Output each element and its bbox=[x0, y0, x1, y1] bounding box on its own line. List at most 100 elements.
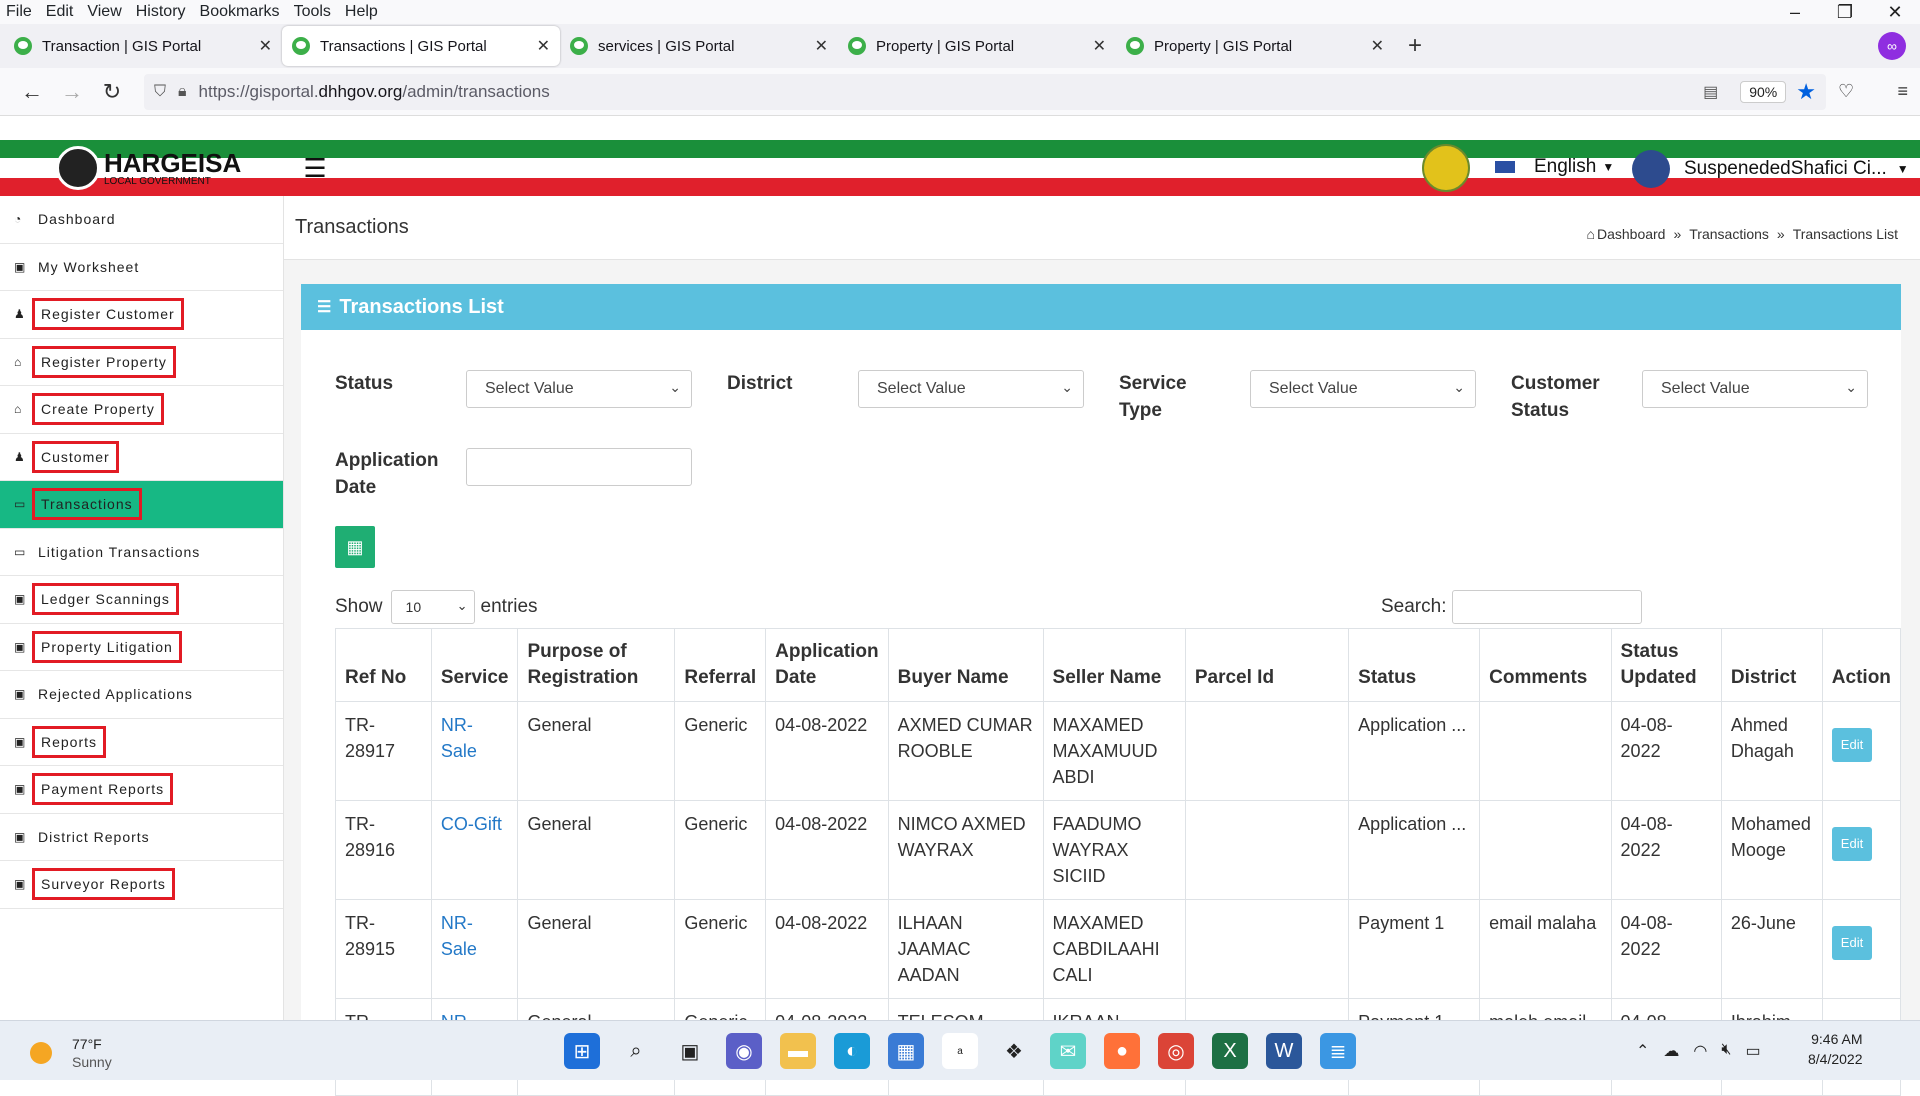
browser-tab[interactable]: Property | GIS Portal ✕ bbox=[838, 26, 1116, 66]
dropbox-icon[interactable]: ❖ bbox=[996, 1033, 1032, 1069]
col-status-updated[interactable]: Status Updated bbox=[1610, 628, 1722, 702]
edit-button[interactable]: Edit bbox=[1831, 827, 1873, 861]
firefox-icon[interactable]: ● bbox=[1104, 1033, 1140, 1069]
pocket-icon[interactable]: ♡ bbox=[1838, 81, 1854, 102]
language-dropdown[interactable]: English ▼ bbox=[1494, 156, 1614, 178]
word-app-icon[interactable]: W bbox=[1266, 1033, 1302, 1069]
weather-widget[interactable]: 77°F Sunny bbox=[30, 1035, 112, 1071]
sidebar-item-litigation-transactions[interactable]: ▭ Litigation Transactions bbox=[0, 529, 283, 576]
reader-view-icon[interactable]: ▤ bbox=[1703, 82, 1718, 102]
menu-edit[interactable]: Edit bbox=[46, 3, 74, 21]
col-application-date[interactable]: Application Date bbox=[765, 628, 889, 702]
bookmark-star-icon[interactable]: ★ bbox=[1796, 79, 1816, 105]
windows-start-icon[interactable]: ⊞ bbox=[564, 1033, 600, 1069]
customer-status-filter-select[interactable]: Select Value ⌄ bbox=[1642, 370, 1868, 408]
sidebar-item-payment-reports[interactable]: ▣ Payment Reports bbox=[0, 766, 283, 814]
sidebar-item-property-litigation[interactable]: ▣ Property Litigation bbox=[0, 624, 283, 671]
browser-tab[interactable]: Property | GIS Portal ✕ bbox=[1116, 26, 1394, 66]
application-date-input[interactable] bbox=[466, 448, 692, 486]
chevron-up-icon[interactable]: ⌃ bbox=[1636, 1041, 1649, 1061]
browser-tab[interactable]: services | GIS Portal ✕ bbox=[560, 26, 838, 66]
col-seller-name[interactable]: Seller Name bbox=[1042, 628, 1186, 702]
edit-button[interactable]: Edit bbox=[1831, 926, 1873, 960]
search-input[interactable] bbox=[1452, 590, 1643, 624]
edit-button[interactable]: Edit bbox=[1831, 728, 1873, 762]
store-icon[interactable]: ▦ bbox=[888, 1033, 924, 1069]
col-parcel-id[interactable]: Parcel Id bbox=[1184, 628, 1350, 702]
close-tab-icon[interactable]: ✕ bbox=[1093, 36, 1106, 56]
chrome-icon[interactable]: ◎ bbox=[1158, 1033, 1194, 1069]
service-link[interactable]: NR-Sale bbox=[441, 715, 477, 761]
edge-icon[interactable]: ◐ bbox=[834, 1033, 870, 1069]
minimize-icon[interactable]: – bbox=[1770, 2, 1820, 23]
menu-bookmarks[interactable]: Bookmarks bbox=[200, 3, 280, 21]
sidebar-item-create-property[interactable]: ⌂ Create Property bbox=[0, 386, 283, 434]
sidebar-item-surveyor-reports[interactable]: ▣ Surveyor Reports bbox=[0, 861, 283, 909]
col-district[interactable]: District bbox=[1720, 628, 1823, 702]
app-menu-icon[interactable]: ≡ bbox=[1897, 81, 1908, 102]
service-link[interactable]: CO-Gift bbox=[441, 814, 502, 834]
breadcrumb-dashboard-link[interactable]: Dashboard bbox=[1597, 226, 1666, 242]
forward-icon[interactable]: → bbox=[52, 79, 92, 105]
user-menu[interactable]: SuspenededShafici Ci... ▼ bbox=[1632, 150, 1909, 188]
sidebar-item-district-reports[interactable]: ▣ District Reports bbox=[0, 814, 283, 861]
logo[interactable]: HARGEISA LOCAL GOVERNMENT bbox=[56, 146, 241, 190]
zoom-level[interactable]: 90% bbox=[1740, 80, 1787, 103]
task-view-icon[interactable]: ▣ bbox=[672, 1033, 708, 1069]
browser-tab-active[interactable]: Transactions | GIS Portal ✕ bbox=[282, 26, 560, 66]
menu-tools[interactable]: Tools bbox=[294, 3, 331, 21]
service-link[interactable]: NR-Sale bbox=[441, 913, 477, 959]
district-filter-select[interactable]: Select Value ⌄ bbox=[858, 370, 1084, 408]
menu-history[interactable]: History bbox=[136, 3, 186, 21]
back-icon[interactable]: ← bbox=[12, 79, 52, 105]
notepad-icon[interactable]: ≣ bbox=[1320, 1033, 1356, 1069]
sidebar-item-ledger-scannings[interactable]: ▣ Ledger Scannings bbox=[0, 576, 283, 624]
battery-icon[interactable]: ▭ bbox=[1745, 1041, 1760, 1061]
col-buyer-name[interactable]: Buyer Name bbox=[887, 628, 1044, 702]
sidebar-item-register-customer[interactable]: ♟ Register Customer bbox=[0, 291, 283, 339]
clock[interactable]: 9:46 AM 8/4/2022 bbox=[1808, 1029, 1863, 1069]
teams-chat-icon[interactable]: ◉ bbox=[726, 1033, 762, 1069]
sidebar-item-dashboard[interactable]: ◔ Dashboard bbox=[0, 196, 283, 244]
hamburger-menu-icon[interactable]: ☰ bbox=[290, 148, 340, 188]
amazon-icon[interactable]: a bbox=[942, 1033, 978, 1069]
close-window-icon[interactable]: ✕ bbox=[1870, 2, 1920, 23]
restore-icon[interactable]: ❐ bbox=[1820, 2, 1870, 23]
url-text[interactable]: https://gisportal.dhhgov.org/admin/trans… bbox=[199, 82, 1704, 102]
browser-tab[interactable]: Transaction | GIS Portal ✕ bbox=[4, 26, 282, 66]
lock-icon[interactable]: 🔒︎ bbox=[178, 83, 187, 101]
sidebar-item-customer[interactable]: ♟ Customer bbox=[0, 434, 283, 481]
new-tab-icon[interactable]: + bbox=[1408, 32, 1422, 60]
col-action[interactable]: Action bbox=[1821, 628, 1902, 702]
col-ref-no[interactable]: Ref No bbox=[335, 628, 432, 702]
messenger-icon[interactable]: ✉ bbox=[1050, 1033, 1086, 1069]
close-tab-icon[interactable]: ✕ bbox=[259, 36, 272, 56]
menu-help[interactable]: Help bbox=[345, 3, 378, 21]
sidebar-item-register-property[interactable]: ⌂ Register Property bbox=[0, 339, 283, 386]
extension-icon[interactable]: ∞ bbox=[1878, 32, 1906, 60]
onedrive-icon[interactable]: ☁ bbox=[1663, 1041, 1679, 1061]
col-referral[interactable]: Referral bbox=[674, 628, 767, 702]
wifi-icon[interactable]: ◠ bbox=[1693, 1041, 1707, 1061]
col-purpose[interactable]: Purpose of Registration bbox=[517, 628, 676, 702]
col-service[interactable]: Service bbox=[430, 628, 519, 702]
search-icon[interactable]: ⌕ bbox=[618, 1033, 654, 1069]
close-tab-icon[interactable]: ✕ bbox=[1371, 36, 1384, 56]
sidebar-item-transactions[interactable]: ▭ Transactions bbox=[0, 481, 283, 529]
excel-app-icon[interactable]: X bbox=[1212, 1033, 1248, 1069]
status-filter-select[interactable]: Select Value ⌄ bbox=[466, 370, 692, 408]
sidebar-item-rejected-applications[interactable]: ▣ Rejected Applications bbox=[0, 671, 283, 719]
close-tab-icon[interactable]: ✕ bbox=[537, 36, 550, 56]
sidebar-item-reports[interactable]: ▣ Reports bbox=[0, 719, 283, 766]
menu-view[interactable]: View bbox=[87, 3, 121, 21]
col-comments[interactable]: Comments bbox=[1479, 628, 1612, 702]
breadcrumb-transactions-link[interactable]: Transactions bbox=[1689, 226, 1769, 242]
service-type-filter-select[interactable]: Select Value ⌄ bbox=[1250, 370, 1476, 408]
file-explorer-icon[interactable]: ▬ bbox=[780, 1033, 816, 1069]
col-status[interactable]: Status bbox=[1348, 628, 1481, 702]
entries-select[interactable]: 10 ⌄ bbox=[390, 590, 475, 624]
menu-file[interactable]: File bbox=[6, 3, 32, 21]
volume-muted-icon[interactable]: 🔇︎ bbox=[1721, 1041, 1731, 1061]
shield-icon[interactable]: ⛉ bbox=[154, 83, 166, 101]
export-excel-button[interactable]: ▦ bbox=[335, 526, 375, 568]
